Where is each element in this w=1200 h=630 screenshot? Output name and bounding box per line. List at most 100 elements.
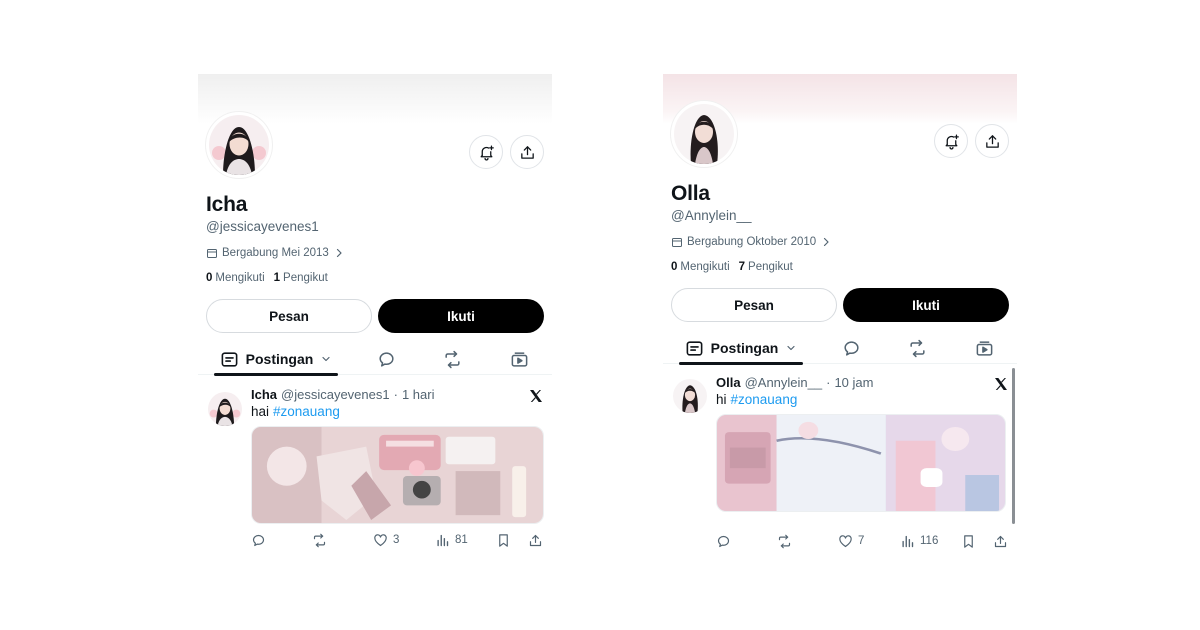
- like-count: 7: [858, 535, 865, 547]
- reply-icon: [252, 534, 265, 546]
- tab-reposts[interactable]: [436, 343, 468, 375]
- join-date-label: Bergabung Oktober 2010: [687, 236, 817, 248]
- post-hashtag[interactable]: #zonauang: [273, 404, 340, 419]
- like-button[interactable]: 7: [838, 532, 864, 550]
- tab-replies[interactable]: [835, 332, 867, 364]
- following-label: Mengikuti: [680, 261, 730, 273]
- tab-replies[interactable]: [370, 343, 402, 375]
- post-author-name[interactable]: Olla: [716, 375, 741, 390]
- post-avatar[interactable]: [673, 379, 707, 413]
- repost-button[interactable]: [777, 532, 797, 550]
- followers-label: Pengikut: [748, 261, 793, 273]
- username: @Annylein__: [671, 208, 752, 223]
- followers-count: 1: [273, 272, 281, 284]
- post-separator: ·: [826, 375, 831, 390]
- bookmark-button[interactable]: [961, 532, 976, 550]
- repost-icon: [444, 350, 460, 368]
- share-post-button[interactable]: [993, 532, 1008, 550]
- like-button[interactable]: 3: [373, 531, 399, 549]
- tab-media[interactable]: [968, 332, 1000, 364]
- join-date[interactable]: Bergabung Mei 2013: [206, 247, 345, 259]
- post-body: hi: [716, 392, 727, 407]
- post-text: hi #zonauang: [716, 392, 797, 407]
- post[interactable]: Olla @Annylein__ · 10 jam hi #zonauang 7…: [663, 366, 1017, 554]
- x-logo: [995, 378, 1007, 390]
- chevron-down-icon: [787, 345, 795, 351]
- join-date-label: Bergabung Mei 2013: [222, 247, 329, 259]
- display-name: Icha: [206, 193, 248, 216]
- speech-bubble-icon: [378, 351, 394, 367]
- profile-avatar[interactable]: [671, 101, 737, 167]
- post-separator: ·: [393, 387, 398, 402]
- calendar-icon: [672, 238, 682, 247]
- views-button[interactable]: 116: [900, 532, 938, 550]
- notify-button[interactable]: [934, 124, 968, 158]
- repost-icon: [778, 534, 791, 548]
- notify-button[interactable]: [469, 135, 503, 169]
- share-post-button[interactable]: [528, 531, 543, 549]
- speech-bubble-icon: [843, 340, 859, 356]
- follow-button[interactable]: Ikuti: [378, 299, 544, 333]
- post-hashtag[interactable]: #zonauang: [731, 392, 798, 407]
- heart-icon: [839, 534, 852, 547]
- username: @jessicayevenes1: [206, 219, 319, 234]
- post[interactable]: Icha @jessicayevenes1 · 1 hari hai #zonau…: [198, 378, 552, 554]
- views-button[interactable]: 81: [435, 531, 468, 549]
- tab-posts[interactable]: Postingan: [214, 343, 338, 376]
- share-profile-button[interactable]: [510, 135, 544, 169]
- x-logo: [530, 390, 542, 402]
- message-button[interactable]: Pesan: [206, 299, 372, 333]
- post-author-handle[interactable]: @Annylein__: [745, 375, 823, 390]
- tab-reposts[interactable]: [901, 332, 933, 364]
- heart-icon: [374, 533, 387, 546]
- post-time[interactable]: 10 jam: [834, 375, 873, 390]
- share-profile-button[interactable]: [975, 124, 1009, 158]
- followers-count: 7: [738, 261, 746, 273]
- follow-button[interactable]: Ikuti: [843, 288, 1009, 322]
- post-body: hai: [251, 404, 270, 419]
- followers-label: Pengikut: [283, 272, 328, 284]
- repost-button[interactable]: [312, 531, 332, 549]
- bookmark-button[interactable]: [496, 531, 511, 549]
- active-tab-indicator: [679, 362, 803, 365]
- posts-icon: [221, 351, 238, 367]
- tab-posts-label: Postingan: [245, 351, 314, 367]
- repost-icon: [909, 339, 925, 357]
- reply-button[interactable]: [716, 532, 736, 550]
- post-header: Olla @Annylein__ · 10 jam: [716, 375, 873, 390]
- profile-card-olla: Olla @Annylein__ Bergabung Oktober 2010 …: [663, 74, 1017, 554]
- post-time[interactable]: 1 hari: [402, 387, 435, 402]
- followers-link[interactable]: 1 Pengikut: [274, 272, 328, 284]
- media-icon: [511, 351, 527, 367]
- post-header: Icha @jessicayevenes1 · 1 hari: [251, 387, 434, 402]
- reply-icon: [717, 535, 730, 547]
- bell-plus-icon: [480, 144, 494, 161]
- calendar-icon: [207, 249, 217, 258]
- like-count: 3: [393, 534, 400, 546]
- message-button[interactable]: Pesan: [671, 288, 837, 322]
- tab-media[interactable]: [503, 343, 535, 375]
- followers-link[interactable]: 7 Pengikut: [739, 261, 793, 273]
- following-link[interactable]: 0 Mengikuti: [206, 272, 265, 284]
- views-count: 116: [920, 535, 939, 547]
- profile-avatar[interactable]: [206, 112, 272, 178]
- reply-button[interactable]: [251, 531, 271, 549]
- repost-icon: [313, 533, 326, 547]
- post-avatar[interactable]: [208, 392, 242, 426]
- following-link[interactable]: 0 Mengikuti: [671, 261, 730, 273]
- post-text: hai #zonauang: [251, 404, 340, 419]
- post-author-handle[interactable]: @jessicayevenes1: [281, 387, 390, 402]
- tab-posts-label: Postingan: [710, 340, 779, 356]
- join-date[interactable]: Bergabung Oktober 2010: [671, 236, 832, 248]
- profile-card-icha: Icha @jessicayevenes1 Bergabung Mei 2013…: [198, 74, 552, 554]
- profile-tabs: Postingan: [198, 343, 552, 376]
- post-image[interactable]: [716, 414, 1006, 512]
- views-icon: [902, 535, 914, 547]
- profile-tabs: Postingan: [663, 332, 1017, 365]
- tab-posts[interactable]: Postingan: [679, 332, 803, 365]
- post-author-name[interactable]: Icha: [251, 387, 277, 402]
- post-image[interactable]: [251, 426, 544, 524]
- chevron-down-icon: [322, 356, 330, 362]
- share-icon: [985, 134, 999, 148]
- display-name: Olla: [671, 182, 710, 205]
